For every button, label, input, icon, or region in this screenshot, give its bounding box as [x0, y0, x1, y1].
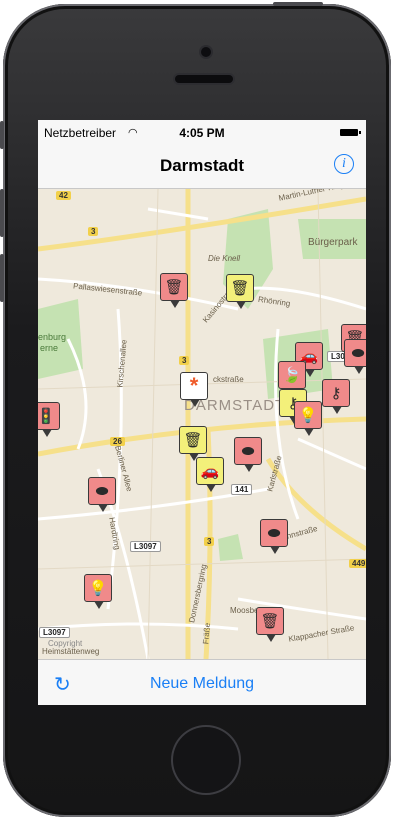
pothole-report-pin[interactable]: ⬬ — [234, 437, 262, 472]
home-button[interactable] — [173, 727, 239, 793]
volume-up-button — [0, 189, 4, 237]
new-report-pin[interactable]: * — [180, 372, 208, 407]
road-shield: 3 — [204, 537, 215, 546]
battery-icon — [340, 129, 361, 136]
road-shield: 26 — [110, 437, 125, 446]
leaf-icon: 🍃 — [282, 367, 302, 384]
road-shield: 3 — [88, 227, 99, 236]
power-button — [273, 2, 323, 6]
road-shield: 3 — [179, 356, 190, 365]
pothole-report-pin[interactable]: ⬬ — [344, 339, 366, 374]
asterisk-icon: * — [189, 373, 199, 398]
car-report-pin[interactable]: 🚗 — [196, 457, 224, 492]
pothole-icon: ⬬ — [241, 442, 255, 460]
trash-icon: 🗑 — [164, 279, 184, 296]
trash-icon: 🗑 — [230, 280, 250, 297]
road-label: Heimstättenweg — [42, 647, 100, 656]
pothole-report-pin[interactable]: ⬬ — [260, 519, 288, 554]
map-view[interactable]: DARMSTADT Martin-Luther-King Bürgerpark … — [38, 189, 366, 659]
light-report-pin[interactable]: 💡 — [294, 401, 322, 436]
road-shield: 141 — [231, 484, 253, 495]
mute-switch — [0, 121, 4, 149]
traffic-light-icon: 🚦 — [38, 408, 56, 425]
volume-down-button — [0, 254, 4, 302]
nature-report-pin[interactable]: 🍃 — [278, 361, 306, 396]
status-bar: Netzbetreiber ◠ 4:05 PM — [38, 120, 366, 142]
road-shield: 449 — [349, 559, 366, 568]
place-label: enburg — [38, 332, 67, 342]
trash-report-pin[interactable]: 🗑 — [179, 426, 207, 461]
trash-icon: 🗑 — [183, 432, 203, 449]
earpiece-speaker — [175, 75, 233, 83]
trash-icon: 🗑 — [260, 613, 280, 630]
keys-report-pin[interactable]: ⚷ — [322, 379, 350, 414]
app-screen: Netzbetreiber ◠ 4:05 PM Darmstadt i DARM… — [38, 120, 366, 705]
trash-report-pin[interactable]: 🗑 — [160, 273, 188, 308]
traffic-light-report-pin[interactable]: 🚦 — [38, 402, 60, 437]
car-icon: 🚗 — [200, 463, 220, 480]
page-title: Darmstadt — [159, 156, 245, 175]
info-button[interactable]: i — [334, 154, 354, 174]
pothole-icon: ⬬ — [267, 524, 281, 542]
trash-report-pin[interactable]: 🗑 — [256, 607, 284, 642]
bottom-toolbar: ↻ Neue Meldung — [38, 659, 366, 705]
place-label: Die Knell — [208, 254, 241, 263]
road-label: Fräße — [201, 622, 213, 645]
status-time: 4:05 PM — [179, 126, 225, 140]
trash-report-pin[interactable]: 🗑 — [226, 274, 254, 309]
light-report-pin[interactable]: 💡 — [84, 574, 112, 609]
park-label: Bürgerpark — [308, 237, 358, 248]
road-shield: L3097 — [130, 541, 161, 552]
new-report-button[interactable]: Neue Meldung — [38, 675, 366, 693]
road-shield: 42 — [56, 191, 71, 200]
navigation-bar: Darmstadt i — [38, 142, 366, 189]
bulb-icon: 💡 — [88, 580, 108, 597]
road-label: ckstraße — [213, 375, 244, 384]
bulb-icon: 💡 — [298, 407, 318, 424]
road-shield: L3097 — [39, 627, 70, 638]
map-copyright: Copyright — [48, 639, 83, 648]
front-camera — [201, 47, 211, 57]
pothole-icon: ⬬ — [351, 344, 365, 362]
pothole-report-pin[interactable]: ⬬ — [88, 477, 116, 512]
keys-icon: ⚷ — [330, 385, 342, 402]
place-label: erne — [40, 343, 59, 353]
pothole-icon: ⬬ — [95, 482, 109, 500]
